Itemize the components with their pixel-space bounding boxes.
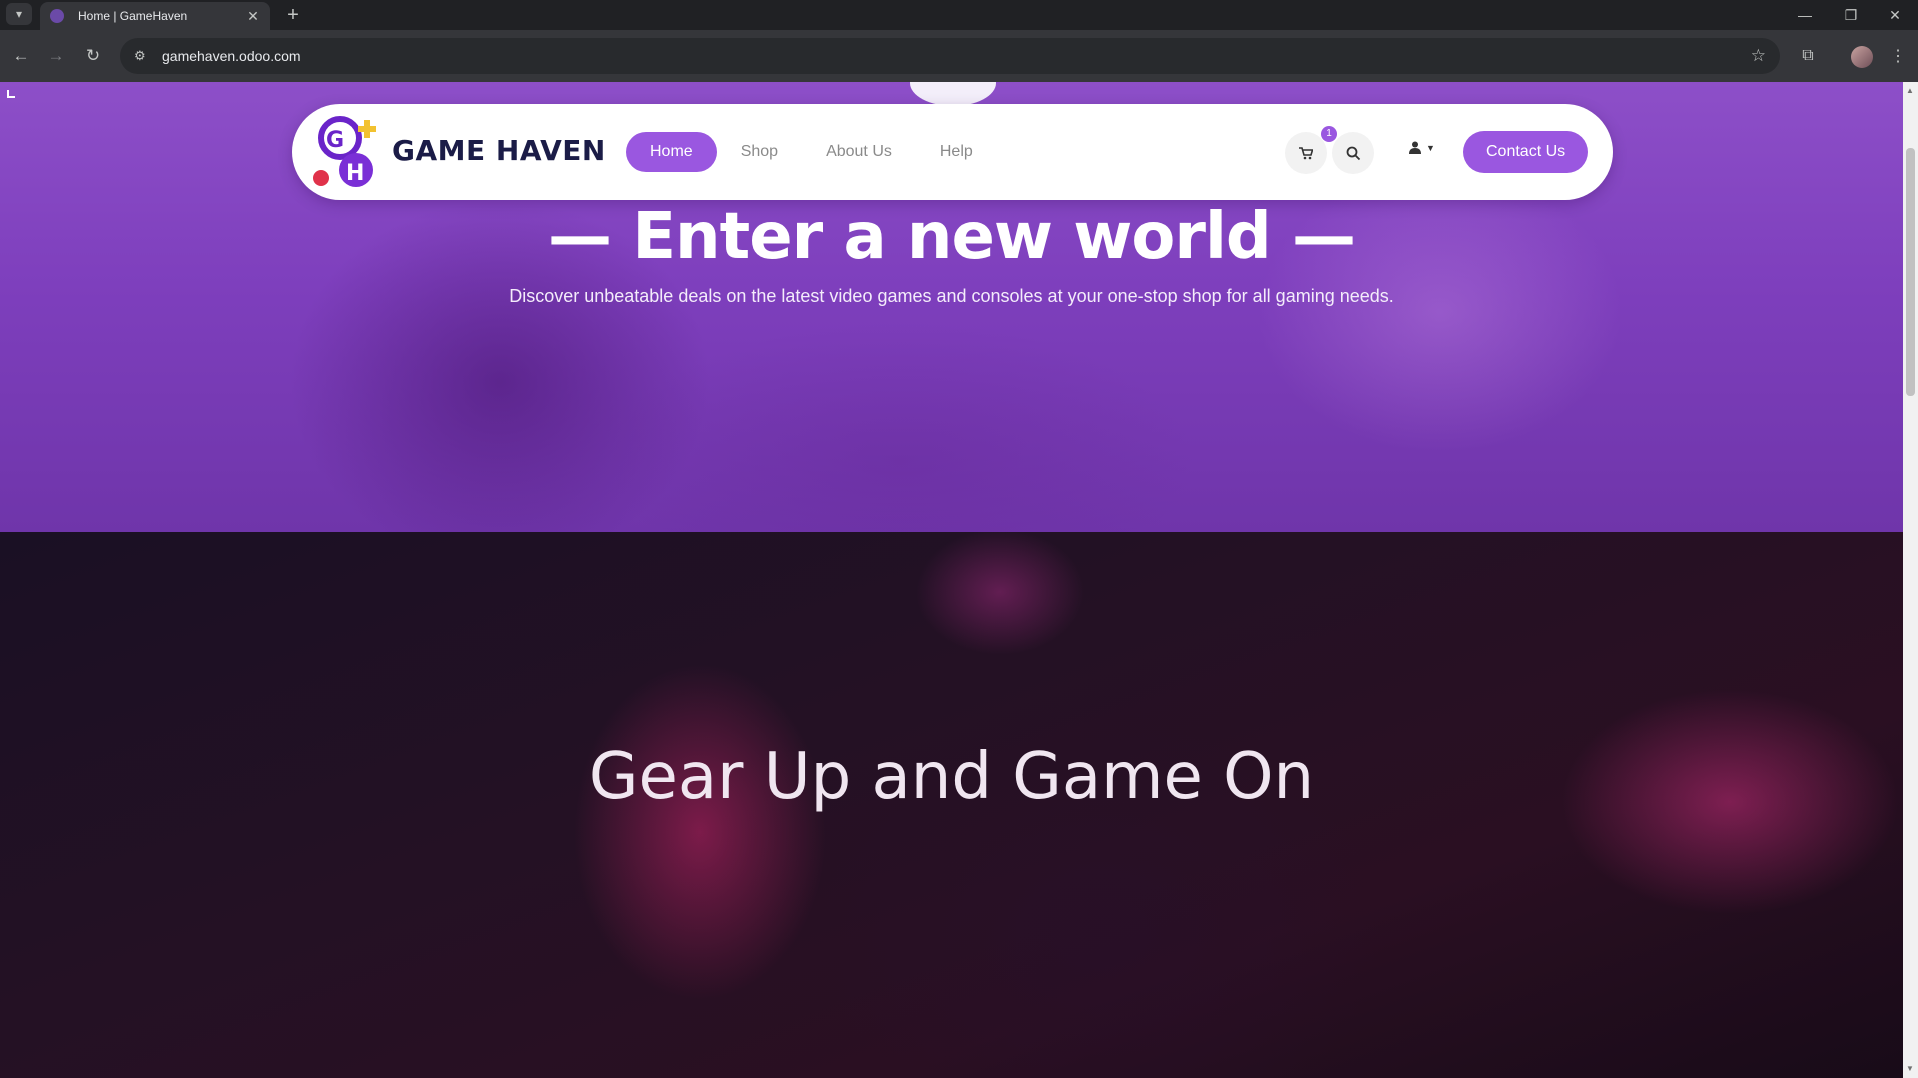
forward-icon: → [47,46,65,65]
scroll-down-icon[interactable]: ▼ [1906,1064,1914,1073]
gear-section-title: Gear Up and Game On [588,740,1315,814]
extensions-icon: ⧉ [1802,47,1814,64]
restore-button[interactable]: ❐ [1828,0,1874,30]
user-menu-button[interactable]: ▼ [1409,141,1435,154]
nav-about-us[interactable]: About Us [802,132,916,172]
nav-home[interactable]: Home [626,132,717,172]
tab-strip: ▾ Home | GameHaven ✕ + — ❐ ✕ [0,0,1918,30]
reload-button[interactable]: ↻ [80,43,106,69]
close-icon[interactable]: ✕ [244,8,262,25]
search-button[interactable] [1332,132,1374,174]
tab-title: Home | GameHaven [78,9,188,23]
minimize-button[interactable]: — [1782,0,1828,30]
corner-mark [7,90,15,98]
cart-button[interactable] [1285,132,1327,174]
menu-icon: ⋮ [1890,48,1906,65]
cart-icon [1299,146,1313,159]
hero-title: — Enter a new world — [548,200,1356,274]
close-icon: ✕ [1889,6,1901,23]
back-icon: ← [12,46,30,65]
main-nav: Home Shop About Us Help [626,132,997,172]
browser-tab[interactable]: Home | GameHaven ✕ [40,2,270,30]
hero-decoration [910,82,996,106]
contact-us-button[interactable]: Contact Us [1463,131,1589,173]
star-icon[interactable]: ☆ [1751,46,1766,66]
scroll-up-icon[interactable]: ▲ [1906,86,1914,95]
url-text: gamehaven.odoo.com [162,48,301,64]
hero-subtitle: Discover unbeatable deals on the latest … [509,286,1394,306]
browser-menu-button[interactable]: ⋮ [1885,43,1911,69]
new-tab-button[interactable]: + [282,4,304,26]
gear-section: Gear Up and Game On [0,532,1903,1078]
browser-toolbar: ← → ↻ ⚙ gamehaven.odoo.com ☆ ⧉ ⋮ [0,30,1918,82]
page-scrollbar[interactable]: ▲ ▼ [1903,82,1918,1078]
chevron-down-icon: ▾ [15,7,23,21]
logo-letter-g: G [326,128,344,153]
restore-icon: ❐ [1844,6,1858,23]
logo-icon[interactable]: G H [312,114,384,190]
profile-avatar[interactable] [1851,46,1873,68]
favicon-icon [50,9,64,23]
scroll-thumb[interactable] [1906,148,1915,396]
tab-search-button[interactable]: ▾ [6,3,32,25]
page-viewport: G H GAME HAVEN Home Shop About Us Help 1 [0,82,1903,1078]
nav-shop[interactable]: Shop [717,132,802,172]
hero-section: G H GAME HAVEN Home Shop About Us Help 1 [0,82,1903,532]
extensions-button[interactable]: ⧉ [1795,43,1821,69]
plus-icon: + [287,4,299,26]
back-button[interactable]: ← [8,43,34,69]
minimize-icon: — [1798,7,1812,23]
logo-text[interactable]: GAME HAVEN [392,134,606,167]
address-bar[interactable]: ⚙ gamehaven.odoo.com ☆ [120,38,1780,74]
site-info-icon[interactable]: ⚙ [134,48,154,64]
logo-letter-h: H [346,161,364,186]
reload-icon: ↻ [85,46,101,65]
cart-count-badge: 1 [1321,126,1337,142]
search-icon [1346,146,1360,160]
site-header: G H GAME HAVEN Home Shop About Us Help 1 [292,104,1613,200]
close-window-button[interactable]: ✕ [1872,0,1918,30]
forward-button[interactable]: → [43,43,69,69]
user-icon [1409,141,1421,154]
nav-help[interactable]: Help [916,132,997,172]
caret-down-icon: ▼ [1426,142,1435,153]
